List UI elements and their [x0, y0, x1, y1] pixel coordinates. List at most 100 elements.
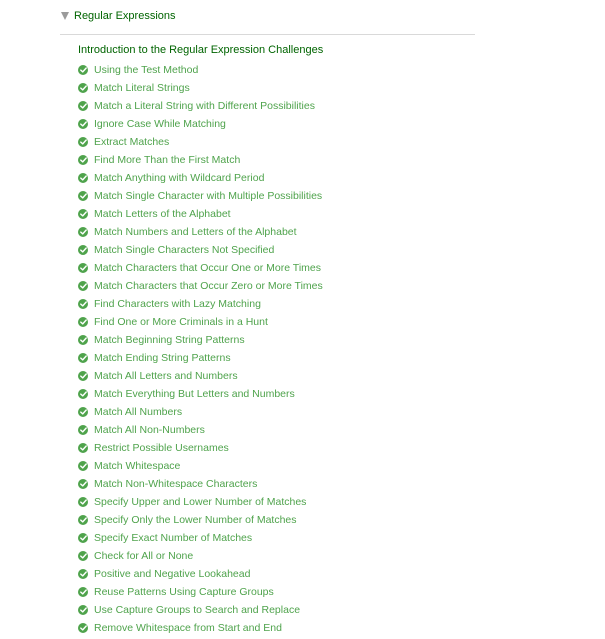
check-circle-icon — [78, 461, 88, 471]
lesson-label[interactable]: Find More Than the First Match — [94, 154, 240, 166]
lesson-item[interactable]: Specify Exact Number of Matches — [78, 529, 323, 547]
lesson-label[interactable]: Positive and Negative Lookahead — [94, 568, 250, 580]
check-circle-icon — [78, 425, 88, 435]
lesson-label[interactable]: Using the Test Method — [94, 64, 198, 76]
lesson-item[interactable]: Match Literal Strings — [78, 79, 323, 97]
lesson-label[interactable]: Remove Whitespace from Start and End — [94, 622, 282, 634]
lesson-label[interactable]: Match All Non-Numbers — [94, 424, 205, 436]
check-circle-icon — [78, 533, 88, 543]
lesson-label[interactable]: Find Characters with Lazy Matching — [94, 298, 261, 310]
check-circle-icon — [78, 407, 88, 417]
lesson-item[interactable]: Specify Only the Lower Number of Matches — [78, 511, 323, 529]
check-circle-icon — [78, 623, 88, 633]
lesson-item[interactable]: Match All Letters and Numbers — [78, 367, 323, 385]
lesson-label[interactable]: Specify Upper and Lower Number of Matche… — [94, 496, 306, 508]
lesson-item[interactable]: Match Non-Whitespace Characters — [78, 475, 323, 493]
lesson-item[interactable]: Check for All or None — [78, 547, 323, 565]
lesson-label[interactable]: Match All Numbers — [94, 406, 182, 418]
lesson-label[interactable]: Match Ending String Patterns — [94, 352, 231, 364]
lesson-item[interactable]: Reuse Patterns Using Capture Groups — [78, 583, 323, 601]
check-circle-icon — [78, 479, 88, 489]
lesson-item[interactable]: Match a Literal String with Different Po… — [78, 97, 323, 115]
lesson-item[interactable]: Match Ending String Patterns — [78, 349, 323, 367]
lesson-item[interactable]: Use Capture Groups to Search and Replace — [78, 601, 323, 619]
lesson-item[interactable]: Match Anything with Wildcard Period — [78, 169, 323, 187]
lesson-label[interactable]: Match Anything with Wildcard Period — [94, 172, 264, 184]
lesson-label[interactable]: Reuse Patterns Using Capture Groups — [94, 586, 274, 598]
section-header-regular-expressions[interactable]: Regular Expressions — [60, 7, 176, 25]
lesson-item[interactable]: Find One or More Criminals in a Hunt — [78, 313, 323, 331]
lesson-item[interactable]: Match Numbers and Letters of the Alphabe… — [78, 223, 323, 241]
check-circle-icon — [78, 335, 88, 345]
lesson-item[interactable]: Restrict Possible Usernames — [78, 439, 323, 457]
check-circle-icon — [78, 209, 88, 219]
lesson-item[interactable]: Using the Test Method — [78, 61, 323, 79]
lesson-item[interactable]: Ignore Case While Matching — [78, 115, 323, 133]
lesson-label[interactable]: Match Numbers and Letters of the Alphabe… — [94, 226, 297, 238]
check-circle-icon — [78, 137, 88, 147]
lesson-label[interactable]: Match Non-Whitespace Characters — [94, 478, 257, 490]
check-circle-icon — [78, 227, 88, 237]
check-circle-icon — [78, 101, 88, 111]
lesson-label[interactable]: Match Beginning String Patterns — [94, 334, 245, 346]
lesson-label[interactable]: Match Letters of the Alphabet — [94, 208, 231, 220]
lesson-item[interactable]: Specify Upper and Lower Number of Matche… — [78, 493, 323, 511]
lesson-item[interactable]: Positive and Negative Lookahead — [78, 565, 323, 583]
check-circle-icon — [78, 389, 88, 399]
lesson-label[interactable]: Match Single Character with Multiple Pos… — [94, 190, 322, 202]
lesson-item[interactable]: Match Whitespace — [78, 457, 323, 475]
lesson-item[interactable]: Find More Than the First Match — [78, 151, 323, 169]
lesson-label[interactable]: Restrict Possible Usernames — [94, 442, 229, 454]
lesson-label[interactable]: Ignore Case While Matching — [94, 118, 226, 130]
lesson-item[interactable]: Match Characters that Occur Zero or More… — [78, 277, 323, 295]
check-circle-icon — [78, 317, 88, 327]
lesson-label[interactable]: Specify Only the Lower Number of Matches — [94, 514, 297, 526]
lesson-item[interactable]: Match Characters that Occur One or More … — [78, 259, 323, 277]
lesson-item[interactable]: Match Beginning String Patterns — [78, 331, 323, 349]
check-circle-icon — [78, 605, 88, 615]
check-circle-icon — [78, 65, 88, 75]
intro-link[interactable]: Introduction to the Regular Expression C… — [78, 44, 323, 56]
check-circle-icon — [78, 155, 88, 165]
lesson-list: Using the Test Method Match Literal Strin… — [78, 61, 323, 637]
lesson-label[interactable]: Match Whitespace — [94, 460, 180, 472]
lesson-label[interactable]: Use Capture Groups to Search and Replace — [94, 604, 300, 616]
lesson-label[interactable]: Check for All or None — [94, 550, 193, 562]
section-divider — [60, 34, 475, 35]
lesson-label[interactable]: Match Single Characters Not Specified — [94, 244, 274, 256]
lesson-item[interactable]: Match All Non-Numbers — [78, 421, 323, 439]
lesson-label[interactable]: Match Characters that Occur Zero or More… — [94, 280, 323, 292]
lesson-item[interactable]: Match Single Character with Multiple Pos… — [78, 187, 323, 205]
lesson-item[interactable]: Match All Numbers — [78, 403, 323, 421]
lesson-item[interactable]: Remove Whitespace from Start and End — [78, 619, 323, 637]
check-circle-icon — [78, 245, 88, 255]
lesson-item[interactable]: Find Characters with Lazy Matching — [78, 295, 323, 313]
lesson-item[interactable]: Extract Matches — [78, 133, 323, 151]
check-circle-icon — [78, 191, 88, 201]
lesson-label[interactable]: Match Literal Strings — [94, 82, 190, 94]
check-circle-icon — [78, 371, 88, 381]
lesson-label[interactable]: Extract Matches — [94, 136, 169, 148]
check-circle-icon — [78, 497, 88, 507]
check-circle-icon — [78, 551, 88, 561]
lesson-label[interactable]: Find One or More Criminals in a Hunt — [94, 316, 268, 328]
lesson-label[interactable]: Match Everything But Letters and Numbers — [94, 388, 295, 400]
check-circle-icon — [78, 83, 88, 93]
curriculum-page: Regular Expressions Introduction to the … — [0, 0, 605, 639]
check-circle-icon — [78, 515, 88, 525]
section-title[interactable]: Regular Expressions — [74, 10, 176, 22]
check-circle-icon — [78, 587, 88, 597]
check-circle-icon — [78, 281, 88, 291]
lesson-label[interactable]: Match a Literal String with Different Po… — [94, 100, 315, 112]
lesson-label[interactable]: Match Characters that Occur One or More … — [94, 262, 321, 274]
lesson-item[interactable]: Match Everything But Letters and Numbers — [78, 385, 323, 403]
check-circle-icon — [78, 263, 88, 273]
lesson-label[interactable]: Match All Letters and Numbers — [94, 370, 238, 382]
check-circle-icon — [78, 443, 88, 453]
check-circle-icon — [78, 353, 88, 363]
lesson-item[interactable]: Match Single Characters Not Specified — [78, 241, 323, 259]
triangle-down-icon[interactable] — [61, 11, 69, 20]
check-circle-icon — [78, 569, 88, 579]
lesson-item[interactable]: Match Letters of the Alphabet — [78, 205, 323, 223]
lesson-label[interactable]: Specify Exact Number of Matches — [94, 532, 252, 544]
